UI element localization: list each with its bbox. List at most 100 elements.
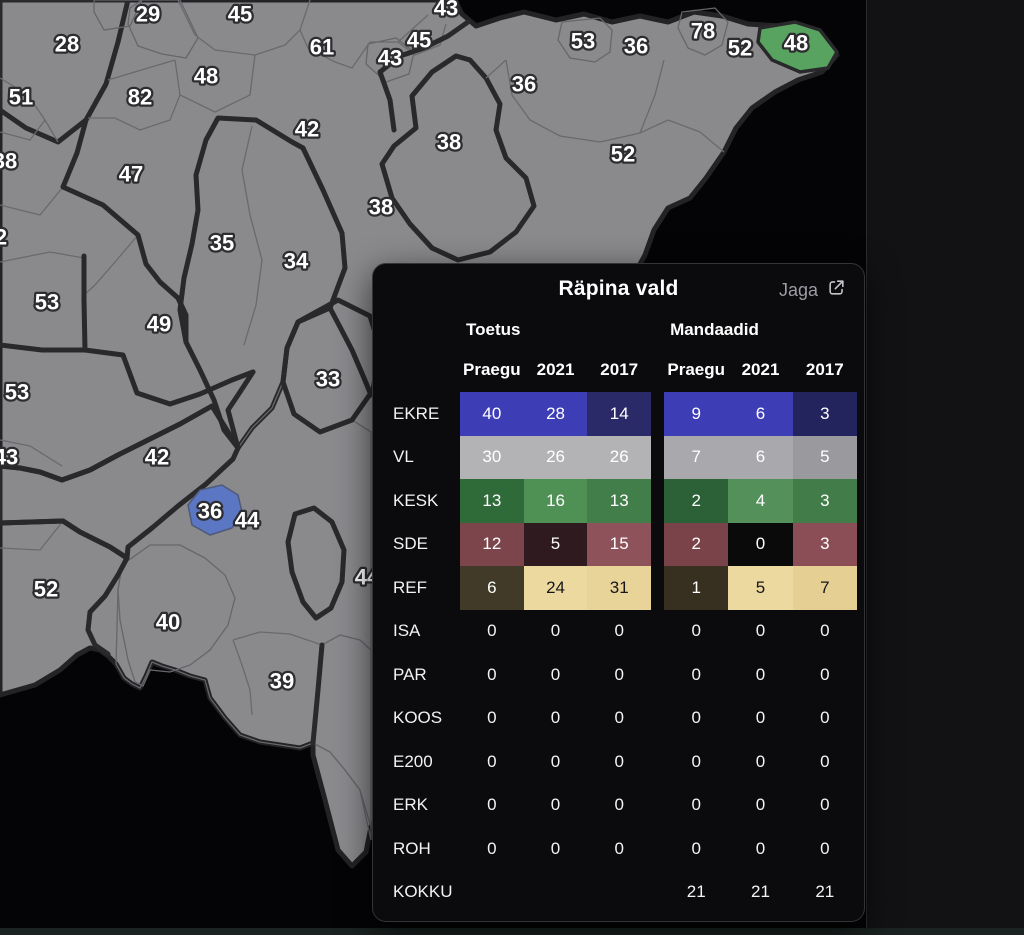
value-cell: 0: [728, 740, 792, 784]
value-cell: 0: [524, 697, 588, 741]
map-region-label: 44: [235, 508, 260, 533]
column-header-row: Praegu 2021 2017 Praegu 2021 2017: [393, 348, 857, 392]
value-cell: 24: [524, 566, 588, 610]
map-region-label: 53: [5, 380, 29, 405]
value-cell: 0: [587, 827, 651, 871]
value-cell: 21: [728, 871, 792, 915]
value-cell: 0: [460, 827, 524, 871]
value-cell: 0: [664, 653, 728, 697]
value-cell: 0: [793, 784, 857, 828]
party-label: PAR: [393, 653, 460, 697]
map-region-label: 33: [316, 367, 340, 392]
value-cell: 1: [664, 566, 728, 610]
party-label: KESK: [393, 479, 460, 523]
value-cell: 28: [524, 392, 588, 436]
value-cell: 0: [587, 697, 651, 741]
map-region-label: 52: [728, 36, 752, 61]
value-cell: 13: [460, 479, 524, 523]
party-label: KOKKU: [393, 871, 460, 915]
value-cell: 0: [587, 610, 651, 654]
map-region-label: 51: [9, 85, 33, 110]
map-region-label: 43: [0, 445, 18, 470]
map-region-label: 82: [128, 85, 152, 110]
value-cell: 0: [460, 610, 524, 654]
value-cell: 7: [664, 436, 728, 480]
value-cell: [587, 871, 651, 915]
column-gap: [651, 653, 664, 697]
col-praegu: Praegu: [664, 348, 728, 392]
column-gap: [651, 479, 664, 523]
party-label: SDE: [393, 523, 460, 567]
value-cell: 0: [728, 697, 792, 741]
map-region-label: 36: [512, 72, 536, 97]
map-region-label: 45: [228, 2, 252, 27]
side-panel: [866, 0, 1024, 935]
map-region-label: 28: [55, 32, 79, 57]
col-2021: 2021: [728, 348, 792, 392]
share-link[interactable]: Jaga: [779, 278, 846, 302]
value-cell: 14: [587, 392, 651, 436]
party-label: EKRE: [393, 392, 460, 436]
map-region-label: 40: [156, 610, 180, 635]
value-cell: 0: [524, 740, 588, 784]
results-table: Toetus Mandaadid Praegu 2021 2017 Praegu…: [393, 312, 857, 914]
value-cell: 0: [524, 653, 588, 697]
value-cell: 30: [460, 436, 524, 480]
column-gap: [651, 610, 664, 654]
value-cell: 0: [793, 697, 857, 741]
party-label: KOOS: [393, 697, 460, 741]
table-row: REF62431157: [393, 566, 857, 610]
table-row: ERK000000: [393, 784, 857, 828]
section-mandaadid: Mandaadid: [664, 312, 857, 348]
column-gap: [651, 436, 664, 480]
value-cell: 0: [793, 610, 857, 654]
value-cell: 0: [460, 784, 524, 828]
map-region-label: 35: [210, 231, 234, 256]
section-toetus: Toetus: [460, 312, 651, 348]
table-row: KOOS000000: [393, 697, 857, 741]
table-row: VL302626765: [393, 436, 857, 480]
party-label: ERK: [393, 784, 460, 828]
table-row: E200000000: [393, 740, 857, 784]
value-cell: 0: [524, 784, 588, 828]
column-gap: [651, 740, 664, 784]
map-region-label: 36: [624, 34, 648, 59]
column-gap: [651, 392, 664, 436]
value-cell: 0: [728, 784, 792, 828]
map-region-label: 34: [284, 249, 309, 274]
value-cell: 31: [587, 566, 651, 610]
table-row: SDE12515203: [393, 523, 857, 567]
value-cell: 0: [793, 827, 857, 871]
value-cell: 0: [728, 653, 792, 697]
value-cell: 15: [587, 523, 651, 567]
map-region-label: 2: [0, 225, 7, 250]
popup-header: Räpina vald Jaga: [373, 277, 864, 313]
municipality-popup: Räpina vald Jaga Toetus Mandaadid Praegu…: [372, 263, 865, 922]
value-cell: 6: [728, 392, 792, 436]
map-region-label: 52: [611, 142, 635, 167]
value-cell: 0: [664, 610, 728, 654]
share-label[interactable]: Jaga: [779, 280, 818, 301]
value-cell: 0: [793, 740, 857, 784]
col-praegu: Praegu: [460, 348, 524, 392]
party-label: VL: [393, 436, 460, 480]
value-cell: 0: [728, 610, 792, 654]
map-region-label: 38: [369, 195, 393, 220]
map-region-label: 43: [434, 0, 458, 21]
value-cell: 6: [460, 566, 524, 610]
value-cell: 5: [524, 523, 588, 567]
map-region-label: 52: [34, 577, 58, 602]
map-region-label: 38: [437, 130, 461, 155]
value-cell: 3: [793, 479, 857, 523]
value-cell: 0: [587, 653, 651, 697]
party-label: REF: [393, 566, 460, 610]
map-region-label: 39: [270, 669, 294, 694]
external-link-icon[interactable]: [827, 278, 846, 302]
value-cell: 21: [664, 871, 728, 915]
value-cell: 40: [460, 392, 524, 436]
value-cell: 0: [587, 740, 651, 784]
value-cell: [524, 871, 588, 915]
party-label: E200: [393, 740, 460, 784]
value-cell: 0: [664, 697, 728, 741]
value-cell: 0: [460, 653, 524, 697]
